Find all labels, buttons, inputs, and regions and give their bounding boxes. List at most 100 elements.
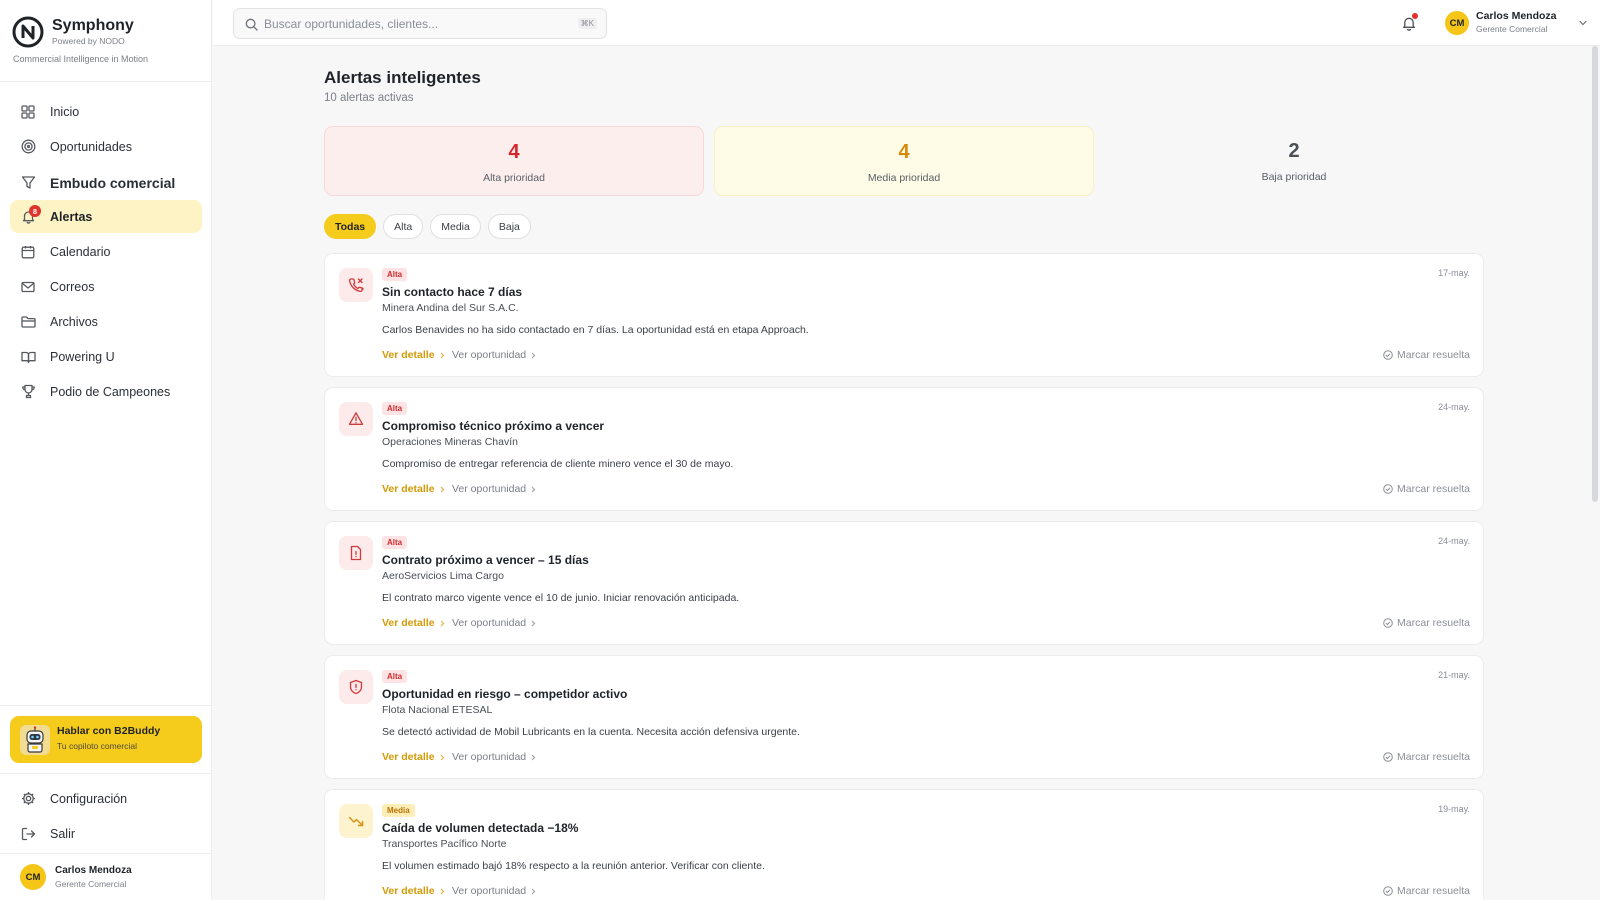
chevron-right-icon: [530, 486, 537, 493]
view-detail-link[interactable]: Ver detalle: [382, 483, 446, 495]
alert-description: Se detectó actividad de Mobil Lubricants…: [382, 726, 800, 738]
mark-resolved-button[interactable]: Marcar resuelta: [1383, 617, 1470, 629]
chevron-right-icon: [439, 352, 446, 359]
phone-missed-icon: [339, 268, 373, 302]
sidebar-item-powering-u[interactable]: Powering U: [10, 340, 202, 373]
stat-value: 4: [508, 141, 520, 163]
link-label: Ver detalle: [382, 349, 435, 361]
alert-client: Minera Andina del Sur S.A.C.: [382, 302, 519, 314]
check-circle-icon: [1383, 350, 1393, 360]
link-label: Marcar resuelta: [1397, 751, 1470, 763]
stat-high-priority: 4 Alta prioridad: [324, 126, 704, 196]
sidebar-item-label: Powering U: [50, 349, 115, 364]
avatar: CM: [20, 864, 46, 890]
priority-badge: Media: [382, 804, 415, 817]
alert-title: Sin contacto hace 7 días: [382, 285, 523, 299]
scrollbar[interactable]: [1592, 46, 1598, 502]
view-detail-link[interactable]: Ver detalle: [382, 885, 446, 897]
view-opportunity-link[interactable]: Ver oportunidad: [452, 349, 537, 361]
sidebar-item-embudo-comercial[interactable]: Embudo comercial: [10, 166, 202, 199]
sidebar-item-label: Configuración: [50, 791, 128, 806]
priority-badge: Alta: [382, 268, 408, 281]
mark-resolved-button[interactable]: Marcar resuelta: [1383, 751, 1470, 763]
filter-baja[interactable]: Baja: [487, 214, 531, 239]
brand-tagline: Commercial Intelligence in Motion: [13, 54, 149, 64]
sidebar-item-archivos[interactable]: Archivos: [10, 305, 202, 338]
alert-date: 24-may.: [1438, 402, 1470, 412]
mark-resolved-button[interactable]: Marcar resuelta: [1383, 483, 1470, 495]
link-label: Ver oportunidad: [452, 885, 527, 897]
view-detail-link[interactable]: Ver detalle: [382, 349, 446, 361]
sidebar-item-label: Alertas: [50, 209, 93, 224]
stat-label: Media prioridad: [867, 172, 941, 184]
alert-title: Contrato próximo a vencer – 15 días: [382, 553, 589, 567]
logout-icon: [20, 826, 36, 842]
view-opportunity-link[interactable]: Ver oportunidad: [452, 483, 537, 495]
shield-alert-icon: [339, 670, 373, 704]
link-label: Ver detalle: [382, 617, 435, 629]
chevron-down-icon: [1578, 18, 1588, 28]
trending-down-icon: [339, 804, 373, 838]
view-detail-link[interactable]: Ver detalle: [382, 751, 446, 763]
topbar: ⌘K CM Carlos Mendoza Gerente Comercial: [213, 0, 1600, 46]
sidebar-item-label: Salir: [50, 826, 76, 841]
grid-icon: [20, 104, 36, 120]
sidebar-item-inicio[interactable]: Inicio: [10, 95, 202, 128]
check-circle-icon: [1383, 484, 1393, 494]
stat-value: 4: [898, 141, 910, 163]
link-label: Marcar resuelta: [1397, 617, 1470, 629]
filter-media[interactable]: Media: [430, 214, 481, 239]
user-menu[interactable]: CM Carlos Mendoza Gerente Comercial: [1445, 9, 1590, 37]
filter-todas[interactable]: Todas: [324, 214, 377, 239]
b2buddy-button[interactable]: Hablar con B2Buddy Tu copiloto comercial: [10, 716, 202, 763]
stat-value: 2: [1288, 140, 1300, 162]
stat-label: Baja prioridad: [1261, 171, 1327, 183]
alert-date: 21-may.: [1438, 670, 1470, 680]
check-circle-icon: [1383, 886, 1393, 896]
alert-client: Flota Nacional ETESAL: [382, 704, 493, 716]
sidebar: Symphony Powered by NODO Commercial Inte…: [0, 0, 212, 900]
user-name: Carlos Mendoza: [55, 865, 132, 876]
mark-resolved-button[interactable]: Marcar resuelta: [1383, 349, 1470, 361]
nodo-logo-icon[interactable]: [12, 16, 44, 48]
link-label: Ver detalle: [382, 885, 435, 897]
calendar-icon: [20, 244, 36, 260]
target-icon: [20, 139, 36, 155]
gear-icon: [20, 791, 36, 807]
alert-card: Alta 24-may. Contrato próximo a vencer –…: [324, 521, 1484, 645]
view-opportunity-link[interactable]: Ver oportunidad: [452, 617, 537, 629]
sidebar-item-calendario[interactable]: Calendario: [10, 235, 202, 268]
search-input[interactable]: [264, 14, 564, 34]
stat-medium-priority: 4 Media prioridad: [714, 126, 1094, 196]
sidebar-item-podio-de-campeones[interactable]: Podio de Campeones: [10, 375, 202, 408]
sidebar-item-oportunidades[interactable]: Oportunidades: [10, 130, 202, 163]
user-name: Carlos Mendoza: [1476, 10, 1557, 22]
brand-powered-by: Powered by NODO: [52, 36, 125, 46]
alert-description: El contrato marco vigente vence el 10 de…: [382, 592, 740, 604]
document-alert-icon: [339, 536, 373, 570]
sidebar-item-alertas[interactable]: 8 Alertas: [10, 200, 202, 233]
chevron-right-icon: [439, 754, 446, 761]
search-box[interactable]: ⌘K: [233, 8, 607, 39]
view-detail-link[interactable]: Ver detalle: [382, 617, 446, 629]
link-label: Ver oportunidad: [452, 751, 527, 763]
alert-card: Alta 24-may. Compromiso técnico próximo …: [324, 387, 1484, 511]
folder-icon: [20, 314, 36, 330]
sidebar-item-configuracion[interactable]: Configuración: [10, 782, 202, 815]
filter-alta[interactable]: Alta: [383, 214, 424, 239]
sidebar-item-salir[interactable]: Salir: [10, 817, 202, 850]
mark-resolved-button[interactable]: Marcar resuelta: [1383, 885, 1470, 897]
view-opportunity-link[interactable]: Ver oportunidad: [452, 885, 537, 897]
chevron-right-icon: [439, 486, 446, 493]
sidebar-item-correos[interactable]: Correos: [10, 270, 202, 303]
mail-icon: [20, 279, 36, 295]
link-label: Marcar resuelta: [1397, 349, 1470, 361]
view-opportunity-link[interactable]: Ver oportunidad: [452, 751, 537, 763]
b2buddy-subtitle: Tu copiloto comercial: [57, 741, 137, 751]
alert-title: Oportunidad en riesgo – competidor activ…: [382, 687, 628, 701]
alert-card: Alta 21-may. Oportunidad en riesgo – com…: [324, 655, 1484, 779]
sidebar-item-label: Embudo comercial: [50, 174, 176, 191]
user-role: Gerente Comercial: [1476, 24, 1548, 34]
sidebar-user-profile[interactable]: CM Carlos Mendoza Gerente Comercial: [10, 860, 202, 892]
page-title: Alertas inteligentes: [324, 68, 481, 87]
